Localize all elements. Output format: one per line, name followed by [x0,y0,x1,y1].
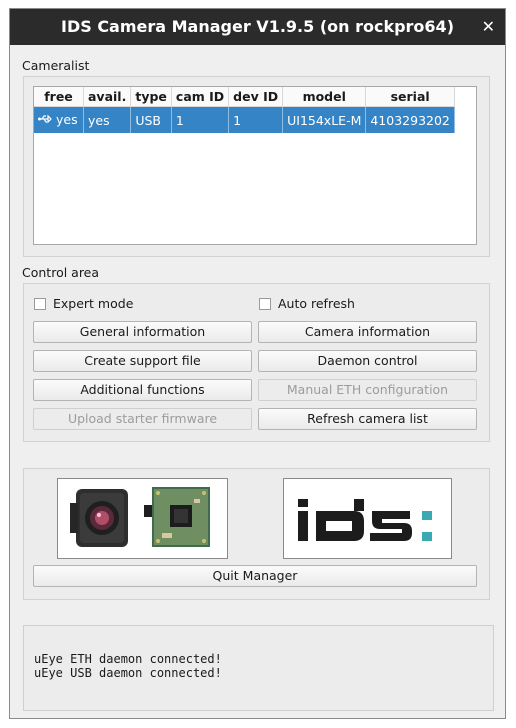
auto-refresh-box[interactable] [259,297,271,310]
cell-dev-id: 1 [228,106,284,133]
auto-refresh-label: Auto refresh [278,296,355,311]
daemon-control-button[interactable]: Daemon control [258,350,477,372]
cell-model: UI154xLE-M [282,106,367,133]
column-header-type[interactable]: type [130,87,172,107]
camera-manager-window: IDS Camera Manager V1.9.5 (on rockpro64)… [9,8,506,719]
cell-cam-id: 1 [171,106,230,133]
general-information-button[interactable]: General information [33,321,252,343]
status-log: uEye ETH daemon connected! uEye USB daem… [23,625,494,711]
status-line: uEye ETH daemon connected! [34,652,222,666]
table-row[interactable]: yes yes USB 1 1 UI154xLE-M 4103293202 [34,106,455,133]
cell-type: USB [130,106,172,133]
additional-functions-button[interactable]: Additional functions [33,379,252,401]
create-support-file-button[interactable]: Create support file [33,350,252,372]
camera-illustration [58,479,227,558]
expert-mode-box[interactable] [34,297,46,310]
auto-refresh-checkbox[interactable]: Auto refresh [259,296,355,311]
camera-table[interactable]: free avail. type cam ID dev ID model ser… [33,86,477,245]
close-icon[interactable]: ✕ [482,9,495,45]
camera-table-grid: free avail. type cam ID dev ID model ser… [34,87,455,133]
column-header-dev-id[interactable]: dev ID [228,87,284,107]
usb-icon [38,113,52,128]
column-header-free[interactable]: free [34,87,84,107]
cell-free-value: yes [56,112,78,127]
title-bar[interactable]: IDS Camera Manager V1.9.5 (on rockpro64)… [10,9,505,45]
table-header-row: free avail. type cam ID dev ID model ser… [34,87,455,107]
upload-starter-firmware-button: Upload starter firmware [33,408,252,430]
column-header-avail[interactable]: avail. [83,87,132,107]
cell-free: yes [34,106,84,133]
ids-logo-graphic [284,479,451,558]
column-header-serial[interactable]: serial [365,87,455,107]
camera-information-button[interactable]: Camera information [258,321,477,343]
cell-serial: 4103293202 [365,106,455,133]
ids-logo [283,478,452,559]
refresh-camera-list-button[interactable]: Refresh camera list [258,408,477,430]
manual-eth-configuration-button: Manual ETH configuration [258,379,477,401]
camera-product-image [57,478,228,559]
expert-mode-label: Expert mode [53,296,134,311]
window-title: IDS Camera Manager V1.9.5 (on rockpro64) [60,17,454,36]
quit-manager-button[interactable]: Quit Manager [33,565,477,587]
column-header-model[interactable]: model [282,87,367,107]
column-header-cam-id[interactable]: cam ID [171,87,230,107]
expert-mode-checkbox[interactable]: Expert mode [34,296,133,311]
cameralist-label: Cameralist [22,58,90,73]
control-area-label: Control area [22,265,100,280]
cell-avail: yes [83,106,132,133]
status-line: uEye USB daemon connected! [34,666,222,680]
